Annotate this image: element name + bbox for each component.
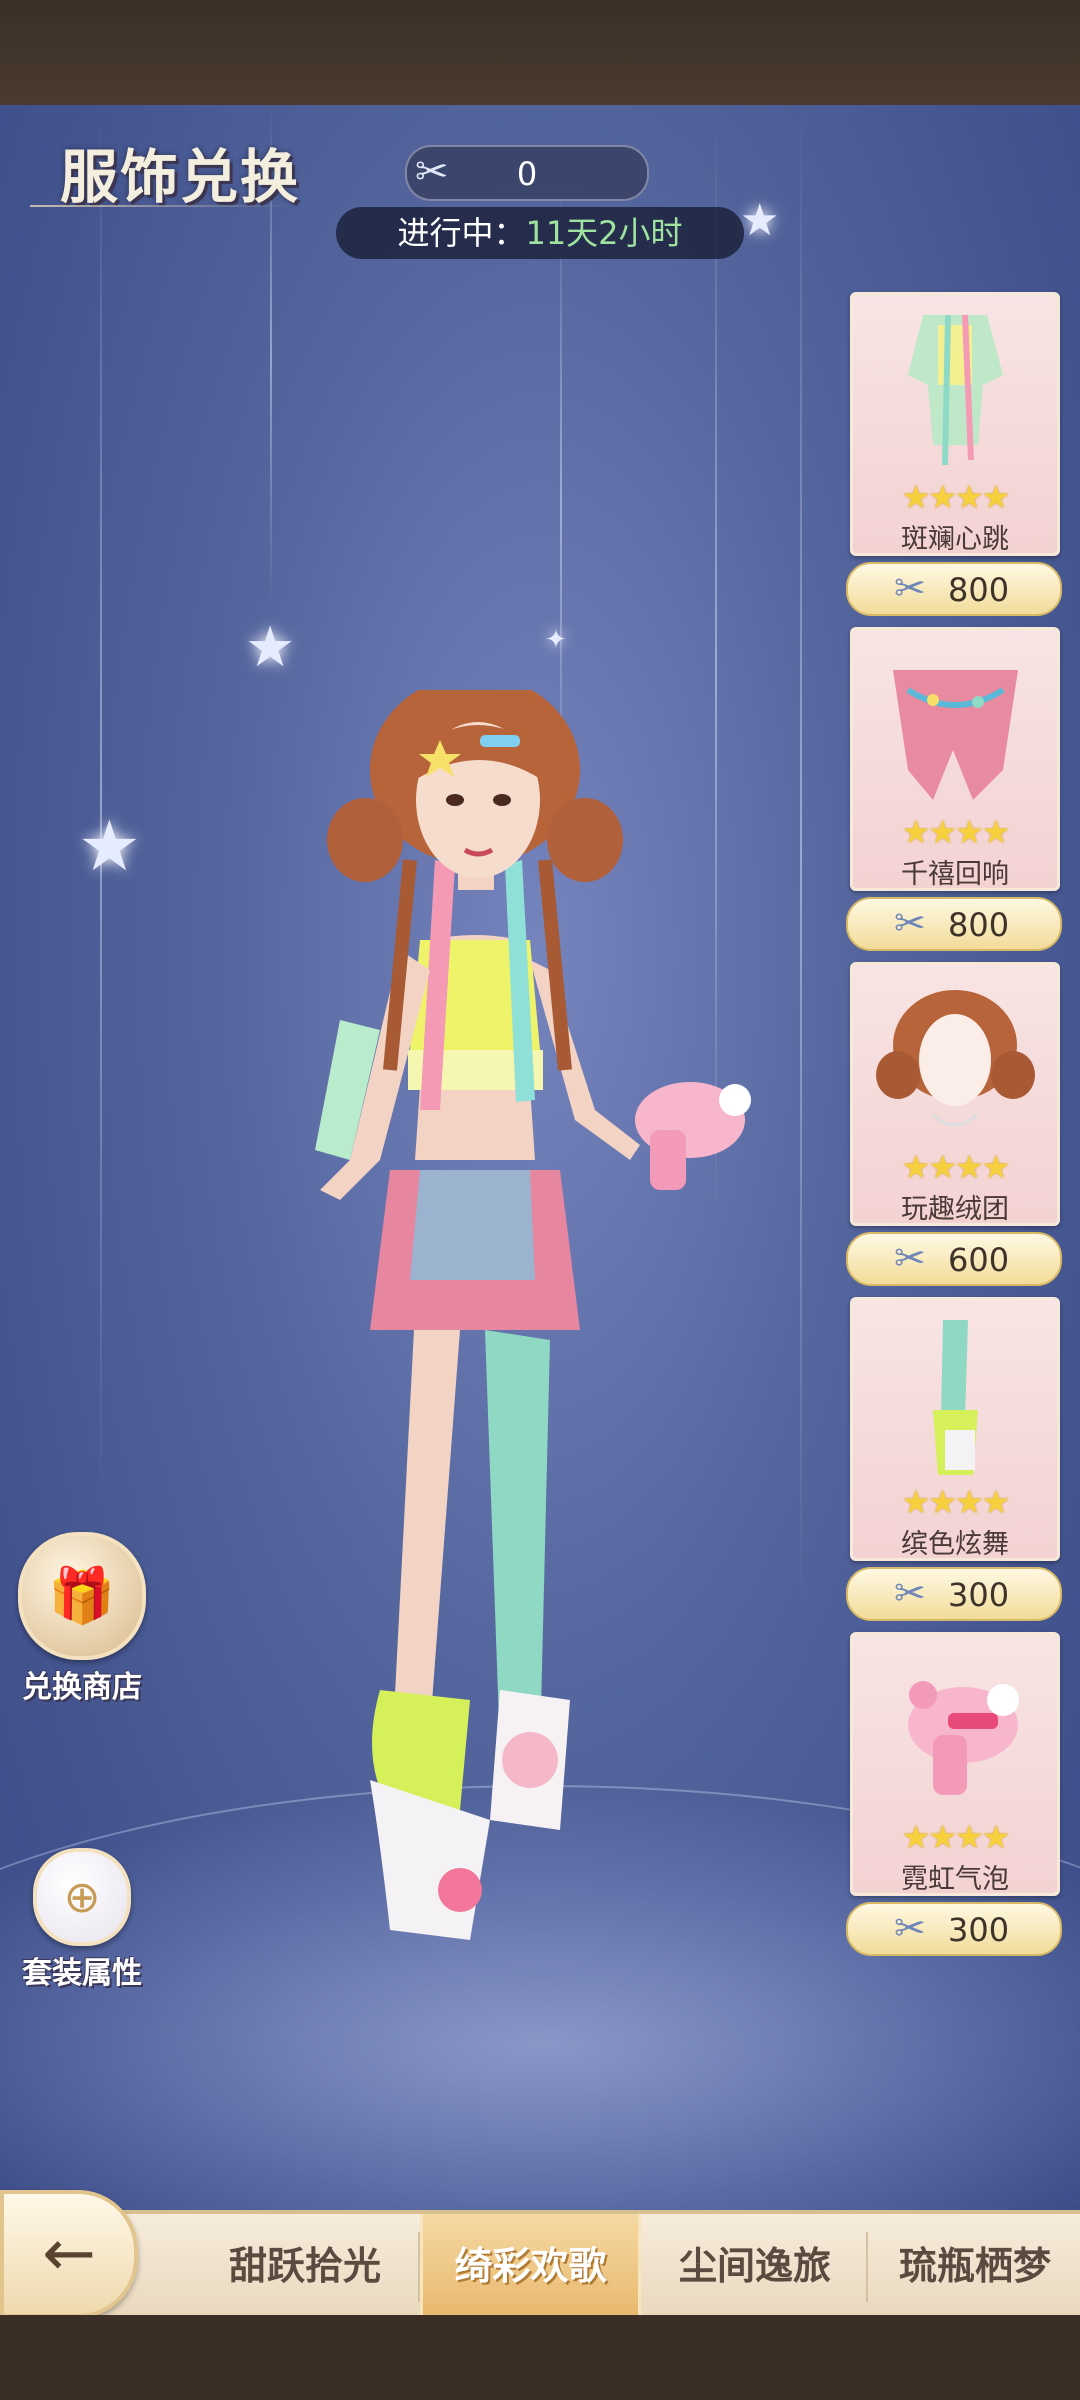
scissors-icon: ✂ — [894, 1571, 926, 1615]
exchange-item[interactable]: ★★★★ 千禧回响 ✂ 800 — [846, 627, 1062, 962]
item-price-button[interactable]: ✂ 300 — [846, 1567, 1062, 1621]
currency-counter: ✂ 0 — [405, 145, 649, 201]
scissors-icon: ✂ — [894, 901, 926, 945]
scissors-icon: ✂ — [894, 1906, 926, 1950]
title-underline — [30, 205, 290, 207]
scissors-icon: ✂ — [894, 1236, 926, 1280]
item-name: 霓虹气泡 — [901, 1864, 1009, 1895]
suit-attributes-label: 套装属性 — [22, 1956, 142, 1991]
light-line — [800, 105, 802, 1605]
tab-suit-4[interactable]: 琉瓶栖梦 — [870, 2214, 1080, 2319]
item-price: 600 — [948, 1241, 1010, 1279]
item-thumbnail — [853, 630, 1057, 815]
back-arrow-icon: ← — [42, 2217, 96, 2291]
exchange-item[interactable]: ★★★★ 霓虹气泡 ✂ 300 — [846, 1632, 1062, 1967]
item-price: 800 — [948, 571, 1010, 609]
event-status-label: 进行中： — [397, 214, 526, 252]
item-price-button[interactable]: ✂ 300 — [846, 1902, 1062, 1956]
item-price: 800 — [948, 906, 1010, 944]
item-rarity-stars: ★★★★ — [901, 1483, 1011, 1521]
tab-divider — [866, 2232, 868, 2302]
exchange-item[interactable]: ★★★★ 斑斓心跳 ✂ 800 — [846, 292, 1062, 627]
exchange-shop-label: 兑换商店 — [22, 1670, 142, 1705]
back-button[interactable]: ← — [0, 2190, 138, 2318]
item-rarity-stars: ★★★★ — [901, 478, 1011, 516]
tab-suit-3[interactable]: 尘间逸旅 — [645, 2214, 865, 2319]
item-name: 斑斓心跳 — [901, 524, 1009, 555]
item-price-button[interactable]: ✂ 600 — [846, 1232, 1062, 1286]
star-decoration: ★ — [245, 615, 296, 680]
item-rarity-stars: ★★★★ — [901, 1818, 1011, 1856]
hanger-icon: ⊕ — [33, 1848, 131, 1946]
item-name: 玩趣绒团 — [901, 1194, 1009, 1225]
star-decoration: ✦ — [545, 625, 567, 655]
suit-tab-bar: 甜跃拾光 绮彩欢歌 尘间逸旅 琉瓶栖梦 — [0, 2210, 1080, 2319]
item-card[interactable]: ★★★★ 玩趣绒团 — [850, 962, 1060, 1226]
item-thumbnail — [853, 1300, 1057, 1485]
page-title: 服饰兑换 — [60, 143, 301, 211]
character-avatar — [230, 675, 790, 1990]
star-decoration: ★ — [740, 195, 780, 246]
tab-suit-2[interactable]: 绮彩欢歌 — [420, 2214, 641, 2319]
currency-amount: 0 — [516, 155, 538, 193]
star-decoration: ★ — [78, 805, 141, 887]
tab-suit-1[interactable]: 甜跃拾光 — [200, 2214, 410, 2319]
item-name: 千禧回响 — [901, 859, 1009, 890]
suit-attributes-button[interactable]: ⊕ 套装属性 — [12, 1848, 152, 1992]
item-card[interactable]: ★★★★ 缤色炫舞 — [850, 1297, 1060, 1561]
item-price-button[interactable]: ✂ 800 — [846, 897, 1062, 951]
top-banner — [0, 0, 1080, 108]
item-thumbnail — [853, 1635, 1057, 1820]
bottom-border — [0, 2315, 1080, 2400]
item-price: 300 — [948, 1576, 1010, 1614]
item-price-button[interactable]: ✂ 800 — [846, 562, 1062, 616]
exchange-shop-button[interactable]: 🎁 兑换商店 — [12, 1532, 152, 1706]
exchange-item[interactable]: ★★★★ 玩趣绒团 ✂ 600 — [846, 962, 1062, 1297]
item-card[interactable]: ★★★★ 霓虹气泡 — [850, 1632, 1060, 1896]
item-thumbnail — [853, 965, 1057, 1150]
event-remaining-time: 11天2小时 — [525, 214, 683, 252]
item-card[interactable]: ★★★★ 千禧回响 — [850, 627, 1060, 891]
shop-box-icon: 🎁 — [18, 1532, 146, 1660]
scissors-icon: ✂ — [894, 566, 926, 610]
item-rarity-stars: ★★★★ — [901, 813, 1011, 851]
item-rarity-stars: ★★★★ — [901, 1148, 1011, 1186]
event-progress: 进行中：11天2小时 — [336, 207, 744, 259]
item-card[interactable]: ★★★★ 斑斓心跳 — [850, 292, 1060, 556]
item-thumbnail — [853, 295, 1057, 480]
item-name: 缤色炫舞 — [901, 1529, 1009, 1560]
item-price: 300 — [948, 1911, 1010, 1949]
exchange-item[interactable]: ★★★★ 缤色炫舞 ✂ 300 — [846, 1297, 1062, 1632]
